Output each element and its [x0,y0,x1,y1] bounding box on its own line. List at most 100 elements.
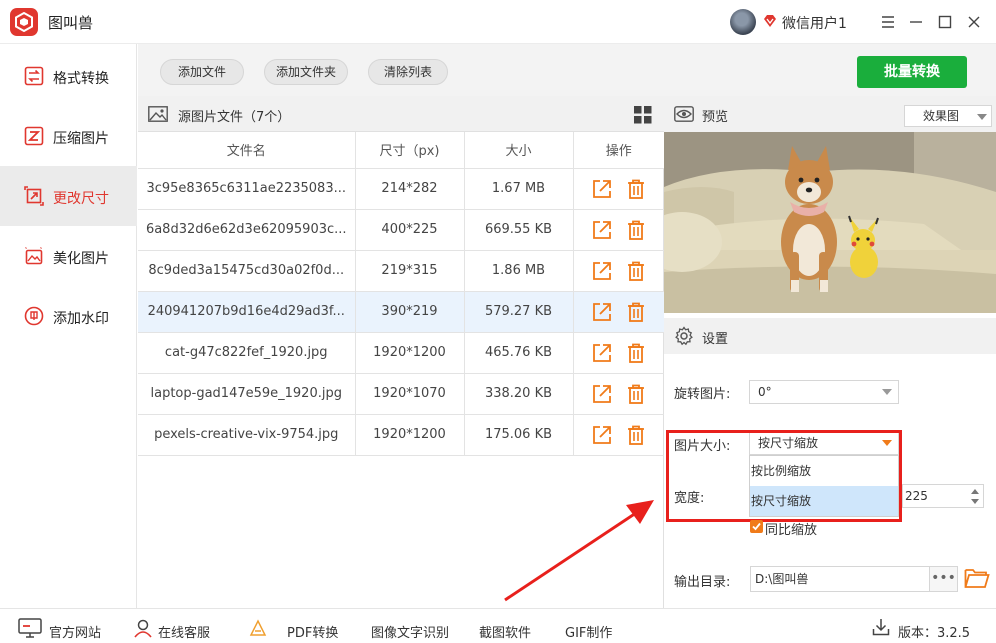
customer-service-icon [134,619,152,638]
sidebar-item-compress[interactable]: 压缩图片 [0,106,137,166]
open-icon[interactable] [591,178,613,200]
version-label: 版本：3.2.5 [898,626,971,641]
maximize-icon[interactable] [935,12,955,32]
username[interactable]: 微信用户1 [782,13,847,33]
preview-title: 预览 [702,110,729,125]
decrement-icon[interactable] [971,499,979,504]
pdf-icon [249,619,267,636]
table-header-row: 文件名 尺寸（px) 大小 操作 [138,132,664,169]
format-convert-icon [24,66,44,86]
app-title: 图叫兽 [48,14,94,32]
open-icon[interactable] [591,424,613,446]
close-icon[interactable] [964,12,984,32]
file-size-cell: 1.86 MB [464,250,574,292]
delete-icon[interactable] [625,301,647,323]
table-row[interactable]: 3c95e8365c6311ae2235083... 214*282 1.67 MB [138,168,664,210]
table-row[interactable]: 240941207b9d16e4d29ad3f... 390*219 579.27 … [138,291,664,333]
file-size-cell: 579.27 KB [464,291,574,333]
dimensions-cell: 219*315 [355,250,465,292]
footer-ocr[interactable]: 图像文字识别 [371,622,449,641]
rotate-select[interactable]: 0° [749,380,899,404]
file-size-cell: 175.06 KB [464,414,574,456]
file-panel-header: 源图片文件（7个） [138,96,664,132]
image-icon [148,106,168,122]
column-header-size[interactable]: 大小 [464,132,574,169]
sidebar-item-resize[interactable]: 更改尺寸 [0,166,137,226]
file-name-cell: pexels-creative-vix-9754.jpg [138,414,356,456]
file-size-cell: 669.55 KB [464,209,574,251]
sidebar-item-label: 格式转换 [53,71,109,87]
menu-icon[interactable] [878,12,898,32]
chevron-down-icon [977,114,987,120]
actions-cell [573,250,664,292]
check-icon [752,522,761,531]
minimize-icon[interactable] [906,12,926,32]
chevron-down-icon [882,389,892,395]
column-header-actions: 操作 [573,132,664,169]
delete-icon[interactable] [625,424,647,446]
table-row[interactable]: laptop-gad147e59e_1920.jpg 1920*1070 338.2… [138,373,664,415]
preview-mode-select[interactable]: 效果图 [904,105,992,127]
sidebar: 格式转换 压缩图片 更改尺寸 美化图片 添加水印 [0,44,137,608]
add-folder-button[interactable]: 添加文件夹 [264,59,348,85]
keep-ratio-label: 同比缩放 [765,523,818,538]
output-dir-input[interactable]: D:\图叫兽 [750,566,930,592]
rotate-label: 旋转图片: [674,387,731,402]
beautify-icon [25,247,43,265]
clear-list-button[interactable]: 清除列表 [368,59,448,85]
resize-icon [24,186,44,206]
footer-screenshot-tool[interactable]: 截图软件 [479,622,531,641]
grid-view-icon[interactable] [634,106,652,124]
file-name-cell: laptop-gad147e59e_1920.jpg [138,373,356,415]
dimensions-cell: 390*219 [355,291,465,333]
delete-icon[interactable] [625,178,647,200]
footer-pdf-convert[interactable]: PDF转换 [287,622,338,641]
table-row[interactable]: pexels-creative-vix-9754.jpg 1920*1200 175… [138,414,664,456]
table-row[interactable]: cat-g47c822fef_1920.jpg 1920*1200 465.76 K… [138,332,664,374]
footer-official-site[interactable]: 官方网站 [49,622,101,641]
file-table: 文件名 尺寸（px) 大小 操作 3c95e8365c6311ae2235083… [138,132,664,456]
open-icon[interactable] [591,301,613,323]
avatar[interactable] [730,9,756,35]
file-panel-title: 源图片文件（7个） [178,110,291,125]
actions-cell [573,373,664,415]
gear-icon [675,326,693,346]
table-row[interactable]: 6a8d32d6e62d3e62095903c... 400*225 669.55 … [138,209,664,251]
footer-online-service[interactable]: 在线客服 [158,622,210,641]
actions-cell [573,168,664,210]
column-header-filename[interactable]: 文件名 [138,132,356,169]
actions-cell [573,209,664,251]
eye-icon [674,106,694,122]
settings-header: 设置 [664,318,996,354]
open-icon[interactable] [591,383,613,405]
batch-convert-button[interactable]: 批量转换 [857,56,967,88]
column-header-dimensions[interactable]: 尺寸（px) [355,132,465,169]
table-row[interactable]: 8c9ded3a15475cd30a02f0d... 219*315 1.86 MB [138,250,664,292]
sidebar-item-format-convert[interactable]: 格式转换 [0,46,137,106]
file-size-cell: 1.67 MB [464,168,574,210]
preview-mode-value: 效果图 [923,109,960,123]
file-size-cell: 465.76 KB [464,332,574,374]
delete-icon[interactable] [625,342,647,364]
file-name-cell: 8c9ded3a15475cd30a02f0d... [138,250,356,292]
dimensions-cell: 400*225 [355,209,465,251]
open-icon[interactable] [591,219,613,241]
delete-icon[interactable] [625,219,647,241]
sidebar-item-beautify[interactable]: 美化图片 [0,226,137,286]
add-file-button[interactable]: 添加文件 [160,59,244,85]
delete-icon[interactable] [625,260,647,282]
open-icon[interactable] [591,342,613,364]
footer-gif-maker[interactable]: GIF制作 [565,622,612,641]
width-value: 225 [905,489,928,503]
annotation-highlight-box [666,430,902,522]
browse-button[interactable]: ••• [930,566,958,592]
increment-icon[interactable] [971,489,979,494]
open-icon[interactable] [591,260,613,282]
dimensions-cell: 1920*1200 [355,414,465,456]
right-panel: 预览 效果图 设置 旋转图片: 0° 图片大小: 按尺寸缩放 宽度: 225 按… [664,96,996,608]
sidebar-item-watermark[interactable]: 添加水印 [0,286,137,346]
width-input[interactable]: 225 [902,484,984,508]
folder-icon[interactable] [964,566,990,590]
delete-icon[interactable] [625,383,647,405]
keep-ratio-checkbox[interactable] [750,520,763,533]
